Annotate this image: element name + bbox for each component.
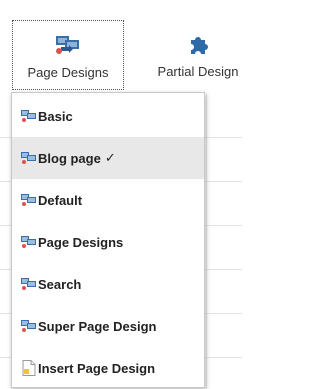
menu-item-page-designs[interactable]: Page Designs — [12, 221, 204, 263]
puzzle-piece-icon — [187, 33, 209, 55]
page-design-icon — [21, 192, 37, 208]
menu-item-super-page-design[interactable]: Super Page Design — [12, 305, 204, 347]
menu-item-default[interactable]: Default — [12, 179, 204, 221]
menu-item-label: Blog page — [38, 150, 101, 166]
menu-item-label: Default — [38, 192, 83, 208]
menu-item-insert-page-design[interactable]: Insert Page Design — [12, 347, 204, 389]
page: Page Designs Partial Design Basic Blog p… — [0, 0, 242, 389]
menu-item-search[interactable]: Search — [12, 263, 204, 305]
menu-item-label: Super Page Design — [38, 318, 157, 334]
menu-item-blog-page[interactable]: Blog page ✓ — [12, 137, 204, 179]
checkmark-icon: ✓ — [104, 150, 116, 165]
menu-item-label: Page Designs — [38, 234, 124, 250]
ribbon-toolbar: Page Designs Partial Design — [0, 0, 242, 94]
page-design-icon — [21, 108, 37, 124]
page-design-icon — [21, 318, 37, 334]
new-page-icon — [21, 360, 37, 376]
menu-item-basic[interactable]: Basic — [12, 95, 204, 137]
page-designs-dropdown-menu: Basic Blog page ✓ Default Page Designs S… — [11, 92, 205, 388]
partial-design-label: Partial Design — [157, 64, 239, 79]
page-design-icon — [21, 276, 37, 292]
page-designs-label: Page Designs — [27, 65, 109, 80]
page-designs-button[interactable]: Page Designs — [12, 20, 124, 90]
page-design-icon — [21, 234, 37, 250]
menu-item-label: Search — [38, 276, 82, 292]
menu-item-label: Insert Page Design — [38, 360, 156, 376]
background-column-divider — [206, 94, 207, 389]
page-designs-icon — [55, 34, 81, 56]
partial-design-button[interactable]: Partial Design — [138, 20, 242, 90]
page-design-icon — [21, 150, 37, 166]
menu-item-label: Basic — [38, 108, 73, 124]
